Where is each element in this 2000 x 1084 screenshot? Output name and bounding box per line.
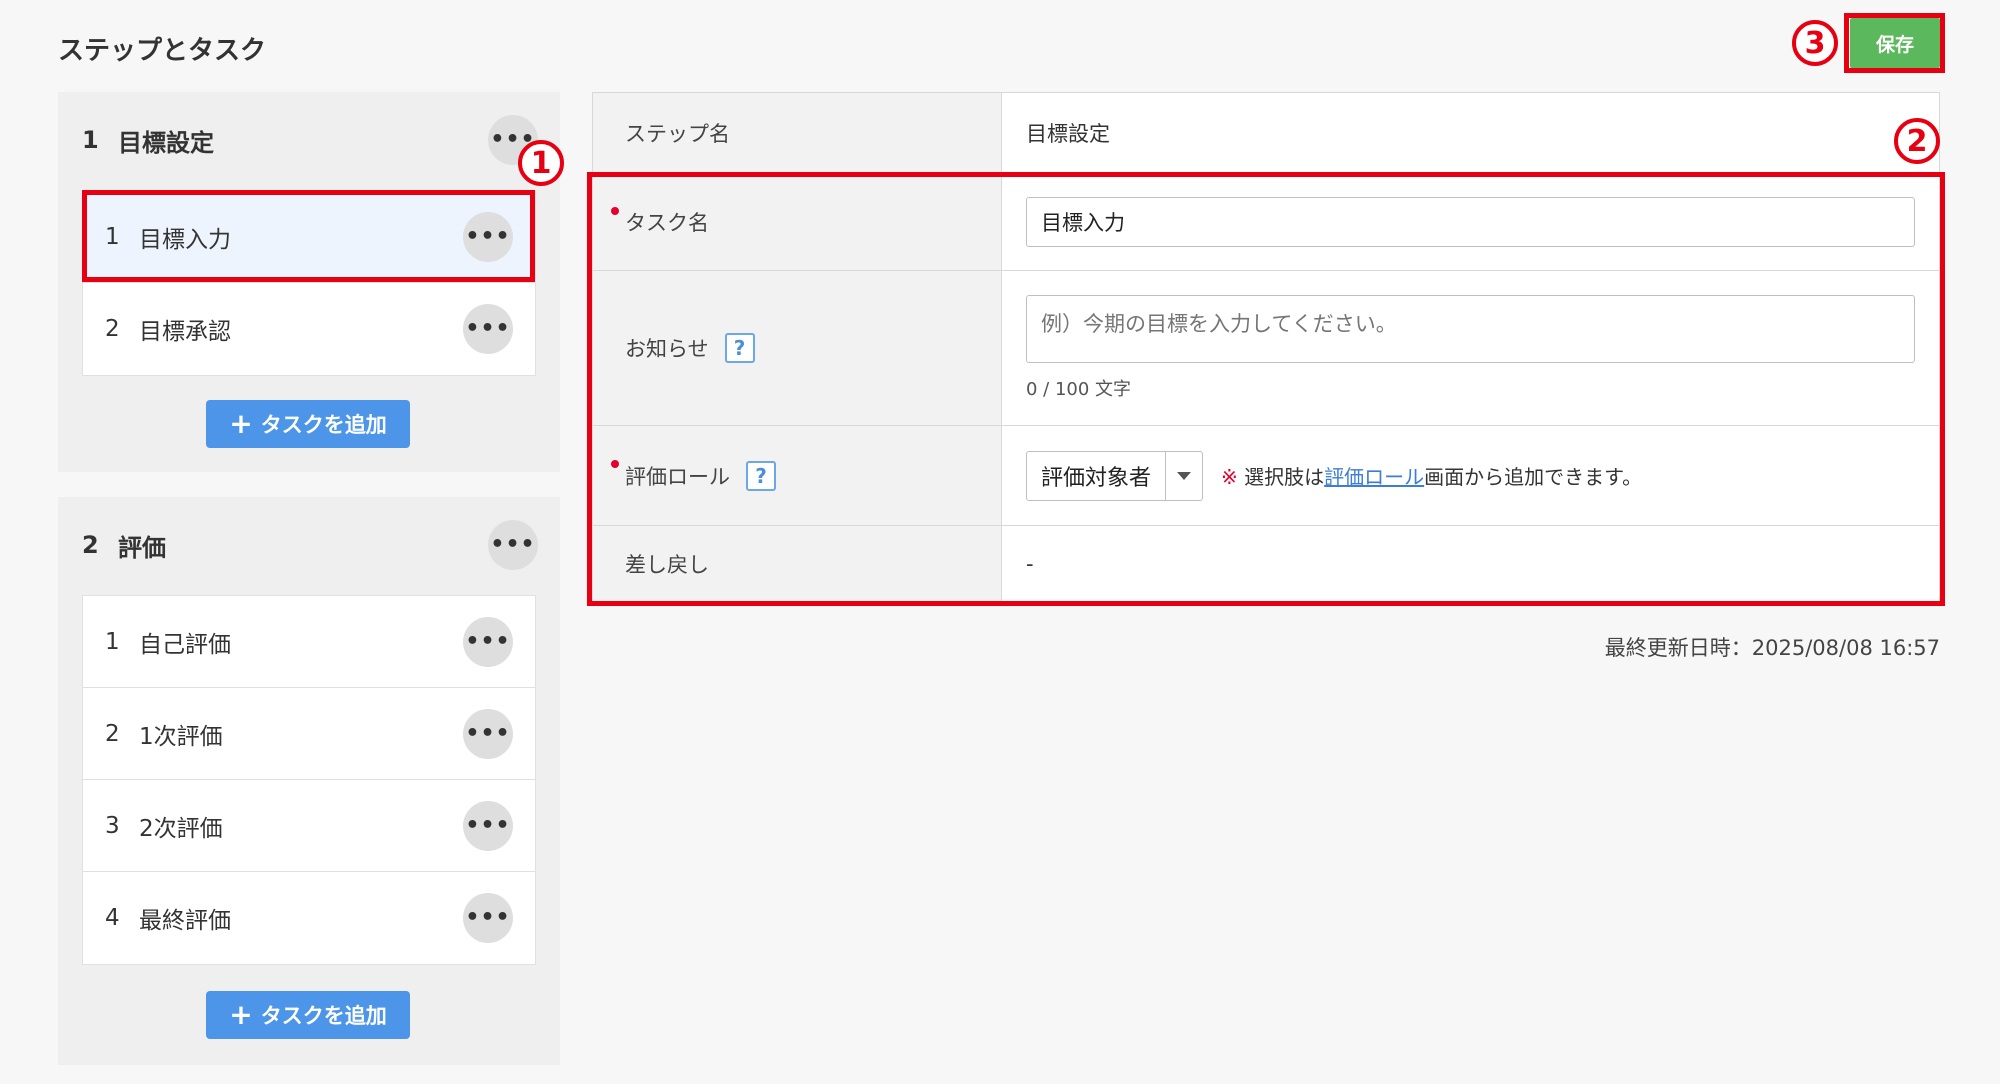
- add-task-label: タスクを追加: [260, 1004, 387, 1028]
- task-name-cell: [1002, 173, 1939, 270]
- role-select-value: 評価対象者: [1027, 451, 1167, 500]
- annotation-number-2: 2: [1894, 118, 1940, 164]
- step-name-label: ステップ名: [593, 93, 1002, 172]
- task-list: 1 目標入力 ••• 2 目標承認 •••: [82, 190, 536, 376]
- task-more-icon[interactable]: •••: [463, 304, 513, 354]
- help-icon[interactable]: ?: [746, 460, 776, 491]
- help-icon[interactable]: ?: [724, 333, 755, 363]
- task-name: 1次評価: [139, 723, 223, 750]
- task-item[interactable]: 2 1次評価 •••: [83, 688, 535, 780]
- step-header: 2 評価 •••: [82, 497, 538, 593]
- task-number: 1: [105, 628, 120, 655]
- task-more-icon[interactable]: •••: [463, 617, 513, 667]
- annotation-number-1: 1: [518, 140, 564, 186]
- notice-counter: 0 / 100 文字: [1026, 379, 1132, 400]
- task-more-icon[interactable]: •••: [463, 801, 513, 851]
- task-name: 最終評価: [139, 908, 231, 934]
- notice-label: お知らせ: [625, 337, 709, 361]
- sendback-value: -: [1026, 551, 1034, 576]
- task-list: 1 自己評価 ••• 2 1次評価 ••• 3 2次評価 ••• 4 最終評価 …: [82, 595, 536, 965]
- add-task-button[interactable]: + タスクを追加: [206, 991, 410, 1039]
- task-number: 3: [105, 812, 120, 839]
- task-number: 1: [105, 223, 120, 250]
- annotation-number-3: 3: [1792, 20, 1838, 66]
- row-step-name: ステップ名 目標設定: [593, 93, 1939, 173]
- notice-textarea[interactable]: [1026, 295, 1915, 363]
- task-more-icon[interactable]: •••: [463, 212, 513, 262]
- role-cell: 評価対象者 ※ 選択肢は評価ロール画面から追加できます。: [1002, 426, 1939, 525]
- task-name-input[interactable]: [1026, 196, 1915, 247]
- role-label: 評価ロール: [625, 464, 730, 489]
- task-number: 2: [105, 316, 120, 342]
- last-updated: 最終更新日時：2025/08/08 16:57: [1604, 636, 1940, 660]
- role-label-cell: 評価ロール ?: [593, 426, 1002, 525]
- task-number: 4: [105, 905, 120, 931]
- step-name: 評価: [118, 533, 166, 562]
- task-number: 2: [105, 720, 120, 747]
- row-sendback: 差し戻し -: [593, 526, 1939, 601]
- task-name: 目標入力: [139, 226, 231, 253]
- plus-icon: +: [229, 407, 253, 440]
- chevron-down-icon: [1166, 471, 1202, 480]
- role-link[interactable]: 評価ロール: [1324, 465, 1424, 489]
- save-button[interactable]: 保存: [1850, 18, 1940, 68]
- add-task-button[interactable]: + タスクを追加: [206, 400, 410, 448]
- task-name: 自己評価: [139, 631, 231, 658]
- step-number: 2: [82, 531, 99, 559]
- note-suffix: 画面から追加できます。: [1424, 465, 1643, 489]
- task-item[interactable]: 4 最終評価 •••: [83, 872, 535, 964]
- task-more-icon[interactable]: •••: [463, 709, 513, 759]
- add-task-label: タスクを追加: [260, 413, 387, 437]
- task-name: 2次評価: [139, 815, 223, 842]
- task-item[interactable]: 1 自己評価 •••: [83, 596, 535, 688]
- note-prefix: 選択肢は: [1244, 465, 1325, 489]
- task-item[interactable]: 3 2次評価 •••: [83, 780, 535, 872]
- note-mark: ※: [1221, 465, 1238, 489]
- sendback-label: 差し戻し: [593, 526, 1002, 601]
- step-number: 1: [82, 126, 99, 154]
- notice-label-cell: お知らせ ?: [593, 271, 1002, 425]
- step-more-icon[interactable]: •••: [488, 520, 538, 570]
- step-name-value: 目標設定: [1026, 121, 1110, 146]
- row-notice: お知らせ ? 0 / 100 文字: [593, 271, 1939, 426]
- role-note: ※ 選択肢は評価ロール画面から追加できます。: [1221, 461, 1642, 490]
- row-role: 評価ロール ? 評価対象者 ※ 選択肢は評価ロール画面から追加できます。: [593, 426, 1939, 526]
- required-icon: [611, 460, 619, 468]
- task-name-label-cell: タスク名: [593, 173, 1002, 270]
- task-name: 目標承認: [139, 319, 231, 345]
- task-item[interactable]: 1 目標入力 •••: [83, 191, 535, 283]
- task-form: ステップ名 目標設定 タスク名 お知らせ ? 0 / 100 文字 評価ロール …: [592, 92, 1940, 602]
- plus-icon: +: [229, 998, 253, 1031]
- role-select[interactable]: 評価対象者: [1026, 450, 1204, 501]
- step-name: 目標設定: [118, 128, 214, 157]
- task-item[interactable]: 2 目標承認 •••: [83, 283, 535, 375]
- step-card: 1 目標設定 ••• 1 目標入力 ••• 2 目標承認 ••• + タスクを追…: [58, 92, 560, 472]
- notice-cell: 0 / 100 文字: [1002, 271, 1939, 425]
- step-header: 1 目標設定 •••: [82, 92, 538, 188]
- task-more-icon[interactable]: •••: [463, 893, 513, 943]
- page-title: ステップとタスク: [58, 36, 267, 66]
- task-name-label: タスク名: [625, 210, 709, 235]
- row-task-name: タスク名: [593, 173, 1939, 271]
- required-icon: [611, 207, 619, 215]
- step-card: 2 評価 ••• 1 自己評価 ••• 2 1次評価 ••• 3 2次評価 ••…: [58, 497, 560, 1065]
